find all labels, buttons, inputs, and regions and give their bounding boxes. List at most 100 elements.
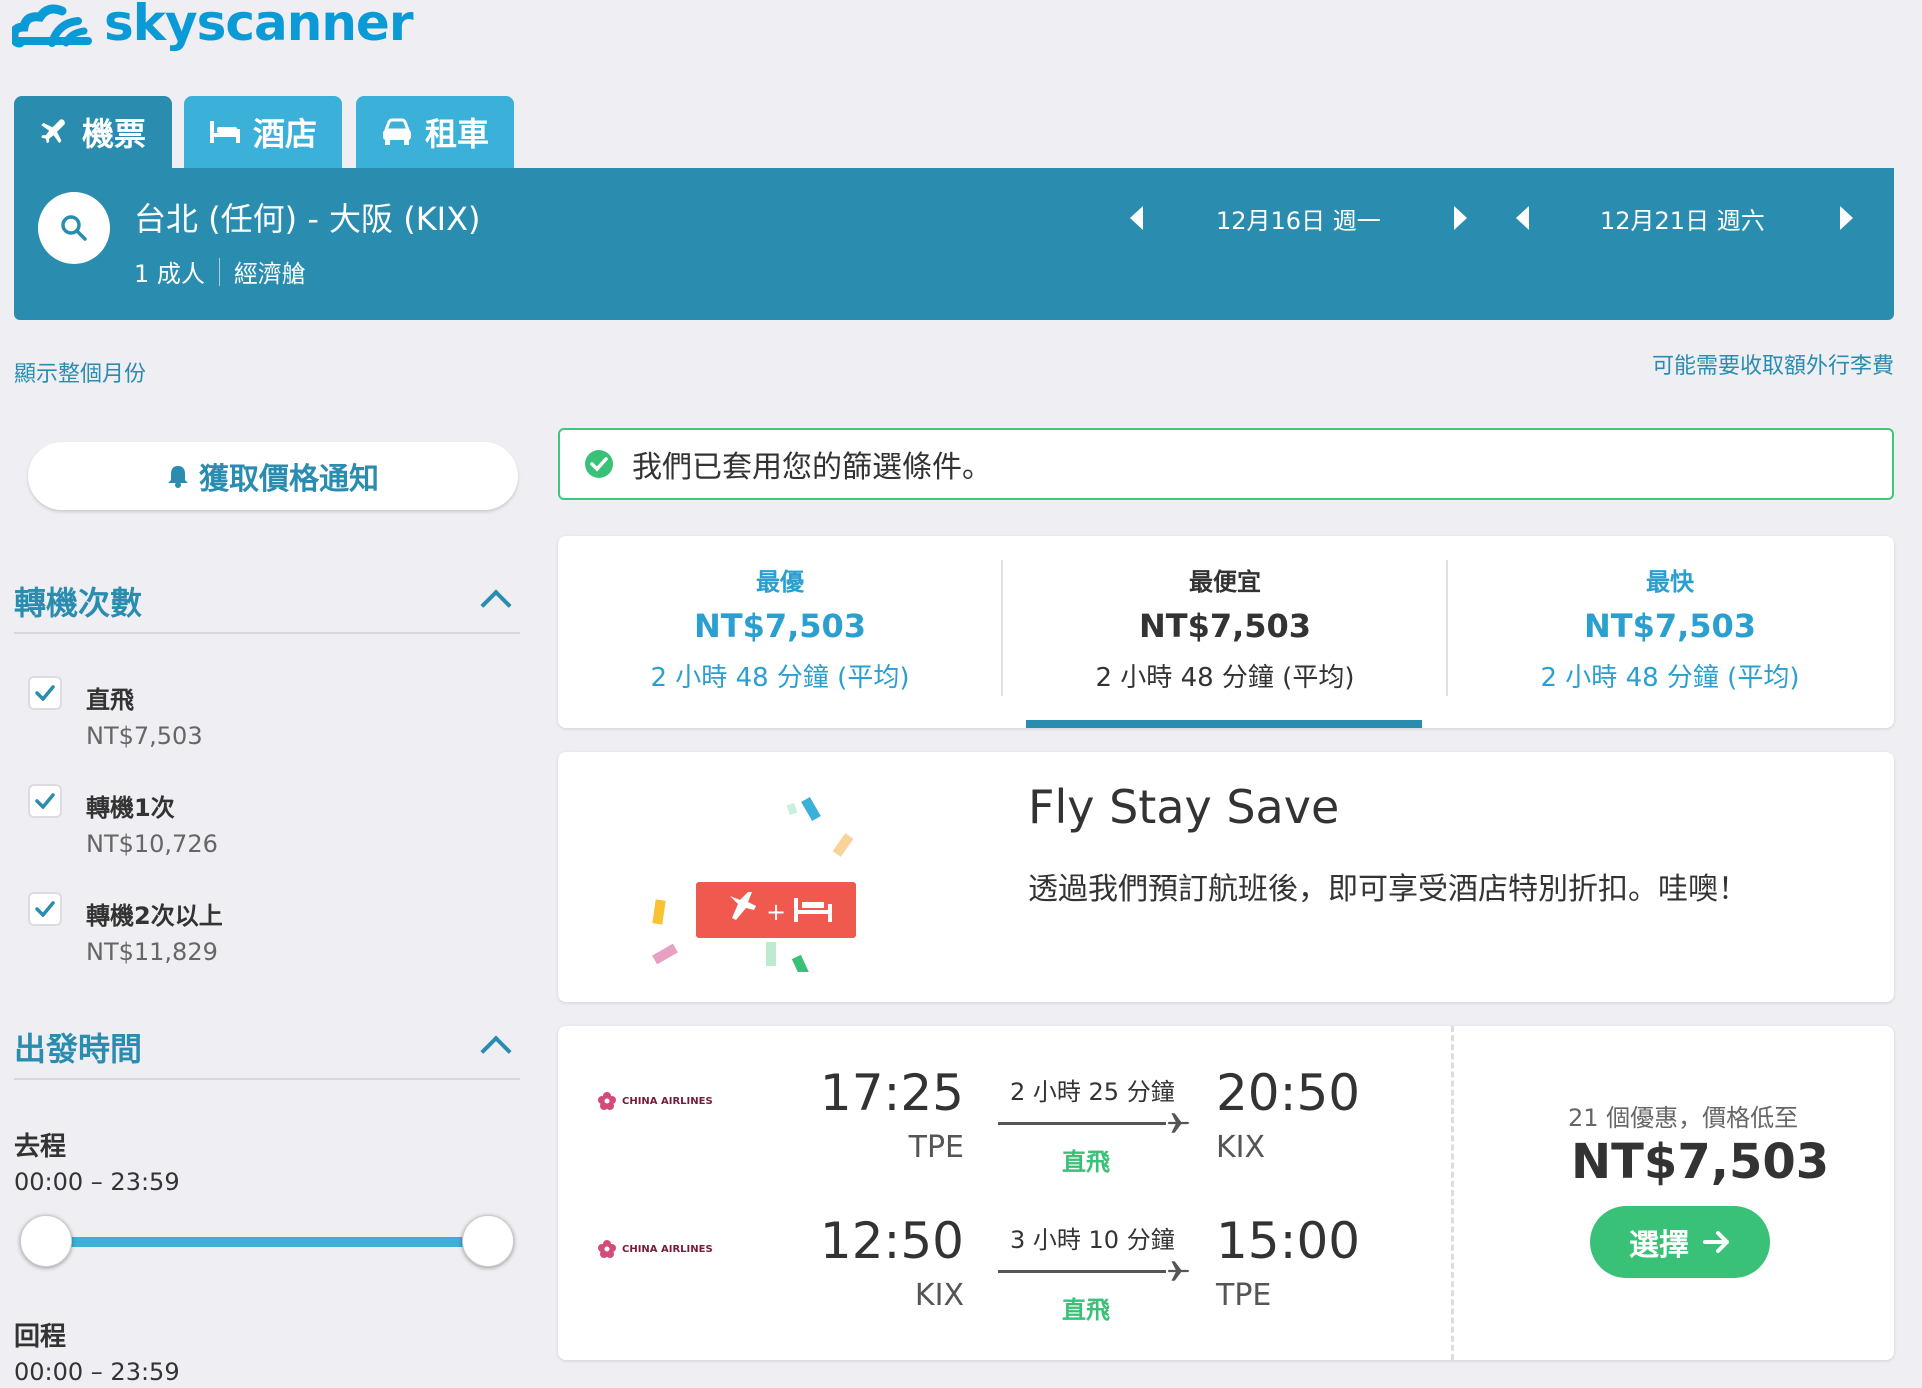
result-price: NT$7,503: [1571, 1134, 1830, 1190]
sort-price: NT$7,503: [693, 607, 867, 645]
return-label: 回程: [14, 1322, 67, 1352]
slider-handle-end[interactable]: [462, 1215, 514, 1267]
tab-flights-label: 機票: [81, 115, 146, 153]
check-circle-icon: [585, 450, 613, 478]
deals-count: 21 個優惠，價格低至: [1568, 1104, 1799, 1132]
chevron-up-icon[interactable]: [480, 1035, 512, 1067]
depart-time: 17:25: [819, 1064, 964, 1122]
prev-return-date-button[interactable]: [1516, 198, 1529, 238]
sort-duration: 2 小時 48 分鐘 (平均): [1095, 663, 1355, 693]
sort-label: 最便宜: [1189, 568, 1261, 596]
caret-right-icon: [1454, 206, 1467, 230]
baggage-fee-link[interactable]: 可能需要收取額外行李費: [1652, 348, 1894, 380]
plum-blossom-icon: [598, 1092, 616, 1110]
price-alert-label: 獲取價格通知: [199, 462, 379, 497]
sort-duration: 2 小時 48 分鐘 (平均): [1540, 663, 1800, 693]
stops-option-label[interactable]: 轉機2次以上: [86, 896, 223, 931]
depart-airport: KIX: [914, 1278, 964, 1313]
filters-applied-text: 我們已套用您的篩選條件。: [632, 450, 992, 485]
stops-option-label[interactable]: 轉機1次: [86, 788, 175, 823]
arrive-airport: KIX: [1216, 1130, 1266, 1165]
tab-cars[interactable]: 租車: [356, 96, 514, 168]
arrive-airport: TPE: [1216, 1278, 1272, 1313]
cabin-class: 經濟艙: [233, 260, 306, 288]
sort-price: NT$7,503: [1583, 607, 1757, 645]
passenger-count: 1 成人: [134, 260, 205, 288]
promo-title: Fly Stay Save: [1028, 780, 1340, 834]
stops-badge: 直飛: [1062, 1148, 1110, 1176]
skyscanner-logo[interactable]: skyscanner: [12, 0, 414, 52]
plane-icon: [41, 119, 65, 144]
arrive-time: 15:00: [1216, 1212, 1361, 1270]
stops-option-price: NT$11,829: [86, 938, 218, 966]
checkbox-two-plus-stops[interactable]: [28, 892, 62, 926]
divider: [218, 257, 220, 286]
svg-text:+: +: [766, 898, 786, 926]
price-alert-button[interactable]: 獲取價格通知: [28, 442, 518, 510]
tab-cars-label: 租車: [424, 115, 489, 153]
plane-icon: [1168, 1113, 1190, 1133]
outbound-time-slider[interactable]: [46, 1237, 488, 1247]
next-depart-date-button[interactable]: [1454, 198, 1467, 238]
sort-fastest[interactable]: 最快 NT$7,503 2 小時 48 分鐘 (平均): [1448, 536, 1892, 728]
selected-sort-indicator: [1026, 720, 1422, 728]
sort-cheapest[interactable]: 最便宜 NT$7,503 2 小時 48 分鐘 (平均): [1003, 536, 1447, 728]
flight-plus-hotel-illustration: +: [652, 796, 856, 972]
sort-label: 最優: [756, 568, 804, 596]
search-icon: [61, 215, 87, 241]
prev-depart-date-button[interactable]: [1130, 198, 1143, 238]
search-summary-bar[interactable]: 台北 (任何) - 大阪 (KIX) 1 成人 經濟艙 12月16日 週一 12…: [14, 168, 1894, 320]
tab-hotels-label: 酒店: [252, 115, 317, 153]
sort-best[interactable]: 最優 NT$7,503 2 小時 48 分鐘 (平均): [558, 536, 1002, 728]
stops-badge: 直飛: [1062, 1296, 1110, 1324]
outbound-label: 去程: [14, 1132, 67, 1162]
plane-icon: [1168, 1261, 1190, 1281]
depart-date[interactable]: 12月16日 週一: [1216, 198, 1381, 238]
divider: [14, 1078, 520, 1080]
filters-applied-message: 我們已套用您的篩選條件。: [558, 428, 1894, 500]
route-text[interactable]: 台北 (任何) - 大阪 (KIX): [134, 194, 481, 240]
depart-airport: TPE: [908, 1130, 964, 1165]
departure-time-filter-title[interactable]: 出發時間: [14, 1024, 142, 1070]
next-return-date-button[interactable]: [1840, 198, 1853, 238]
airline-logo: CHINA AIRLINES: [596, 1090, 713, 1112]
chevron-up-icon[interactable]: [480, 589, 512, 621]
show-whole-month-link[interactable]: 顯示整個月份: [14, 356, 146, 388]
flight-result-card[interactable]: CHINA AIRLINES 17:25 TPE 2 小時 25 分鐘 直飛 2…: [558, 1026, 1894, 1360]
tab-hotels[interactable]: 酒店: [184, 96, 342, 168]
sort-duration: 2 小時 48 分鐘 (平均): [650, 663, 910, 693]
select-button[interactable]: 選擇: [1590, 1206, 1770, 1278]
airline-name: CHINA AIRLINES: [622, 1095, 713, 1107]
checkbox-direct[interactable]: [28, 676, 62, 710]
caret-left-icon: [1130, 206, 1143, 230]
arrow-right-icon: [1703, 1231, 1729, 1253]
sort-options: 最優 NT$7,503 2 小時 48 分鐘 (平均) 最便宜 NT$7,503…: [558, 536, 1894, 728]
flight-duration: 2 小時 25 分鐘: [1010, 1078, 1175, 1106]
car-icon: [382, 118, 411, 145]
check-icon: [35, 793, 55, 809]
check-icon: [35, 685, 55, 701]
return-time-range: 00:00 – 23:59: [14, 1358, 180, 1386]
bell-icon: [168, 466, 188, 488]
fly-stay-save-promo[interactable]: + Fly Stay Save 透過我們預訂航班後，即可享受酒店特別折扣。哇噢！: [558, 752, 1894, 1002]
stops-option-label[interactable]: 直飛: [86, 680, 134, 715]
search-button[interactable]: [38, 192, 110, 264]
return-date[interactable]: 12月21日 週六: [1600, 198, 1765, 238]
bed-icon: [209, 121, 240, 143]
caret-left-icon: [1516, 206, 1529, 230]
stops-filter-title[interactable]: 轉機次數: [14, 578, 142, 624]
brand-name: skyscanner: [104, 0, 414, 52]
promo-text: 透過我們預訂航班後，即可享受酒店特別折扣。哇噢！: [1028, 872, 1748, 907]
flight-duration: 3 小時 10 分鐘: [1010, 1226, 1175, 1254]
passenger-cabin[interactable]: 1 成人 經濟艙: [134, 254, 306, 289]
stops-option-price: NT$10,726: [86, 830, 218, 858]
slider-handle-start[interactable]: [20, 1215, 72, 1267]
tab-flights[interactable]: 機票: [14, 96, 172, 168]
plum-blossom-icon: [598, 1240, 616, 1258]
stops-option-price: NT$7,503: [86, 722, 203, 750]
airline-name: CHINA AIRLINES: [622, 1243, 713, 1255]
skyscanner-cloud-icon: [12, 4, 92, 48]
outbound-time-range: 00:00 – 23:59: [14, 1168, 180, 1196]
depart-time: 12:50: [819, 1212, 964, 1270]
checkbox-one-stop[interactable]: [28, 784, 62, 818]
